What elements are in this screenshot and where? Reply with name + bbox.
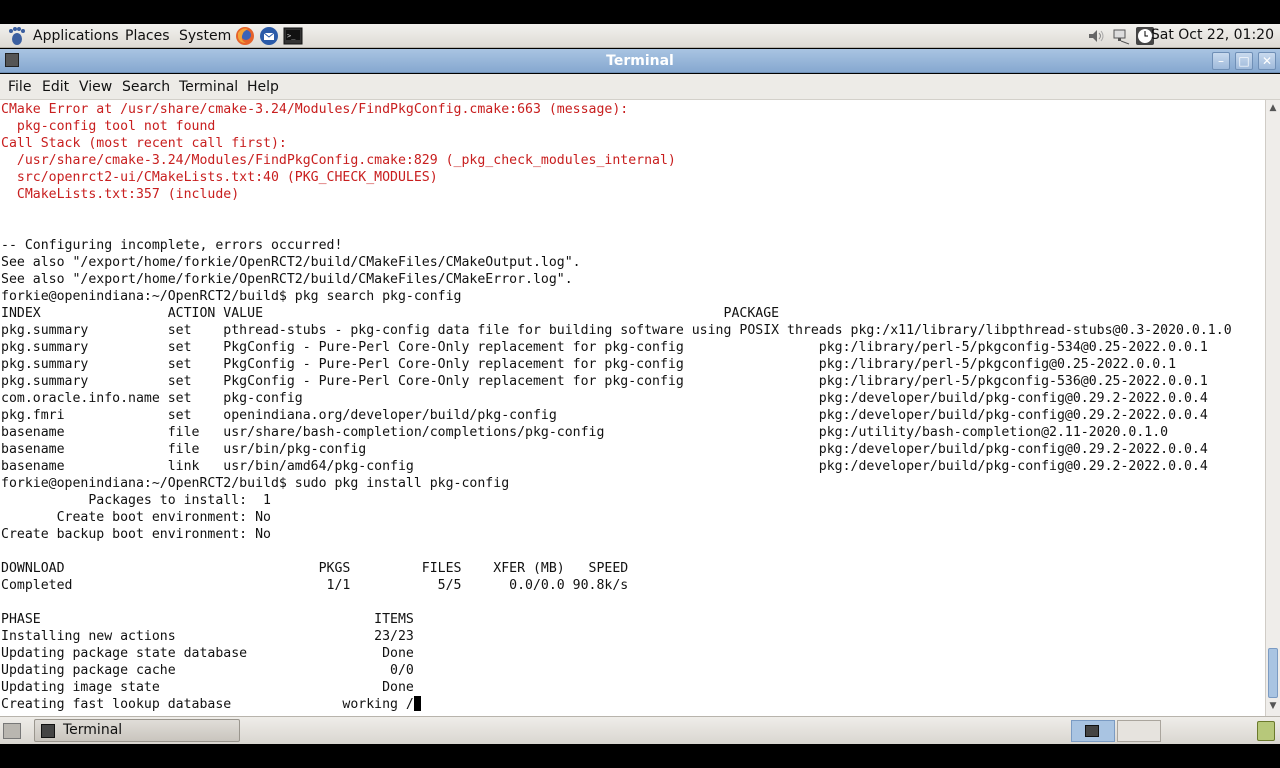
terminal-line: Updating image state Done [1, 680, 414, 695]
volume-icon[interactable] [1086, 26, 1106, 46]
terminal-line: -- Configuring incomplete, errors occurr… [1, 238, 343, 253]
show-desktop-icon[interactable] [3, 723, 21, 739]
workspace-switcher[interactable] [1071, 720, 1115, 742]
thunderbird-icon[interactable] [258, 25, 280, 47]
terminal-line: Completed 1/1 5/5 0.0/0.0 90.8k/s [1, 578, 629, 593]
terminal-line: Packages to install: 1 [1, 493, 271, 508]
top-panel: Applications Places System >_ Sat Oct 22… [0, 24, 1280, 48]
minimize-icon[interactable]: – [1212, 52, 1230, 70]
menu-file[interactable]: File [8, 79, 31, 95]
taskbar-terminal-button[interactable]: Terminal [34, 719, 240, 742]
terminal-line: pkg.fmri set openindiana.org/developer/b… [1, 408, 1208, 423]
gnome-foot-icon[interactable] [6, 26, 28, 46]
trash-icon[interactable] [1257, 721, 1275, 741]
firefox-icon[interactable] [234, 25, 256, 47]
terminal-line: Updating package cache 0/0 [1, 663, 414, 678]
terminal-line: Updating package state database Done [1, 646, 414, 661]
vertical-scrollbar[interactable]: ▲ ▼ [1265, 100, 1280, 716]
terminal-line: DOWNLOAD PKGS FILES XFER (MB) SPEED [1, 561, 629, 576]
taskbar-label: Terminal [63, 722, 123, 738]
terminal-line: basename file usr/share/bash-completion/… [1, 425, 1169, 440]
scrollbar-thumb[interactable] [1268, 648, 1278, 698]
window-titlebar[interactable]: Terminal – □ ✕ [0, 49, 1280, 73]
terminal-output[interactable]: CMake Error at /usr/share/cmake-3.24/Mod… [0, 100, 1265, 716]
terminal-line: forkie@openindiana:~/OpenRCT2/build$ sud… [1, 476, 510, 491]
menu-terminal[interactable]: Terminal [179, 79, 238, 95]
scroll-up-icon[interactable]: ▲ [1268, 103, 1278, 113]
terminal-line: basename link usr/bin/amd64/pkg-config p… [1, 459, 1208, 474]
menu-search[interactable]: Search [122, 79, 170, 95]
terminal-line: forkie@openindiana:~/OpenRCT2/build$ pkg… [1, 289, 462, 304]
clock-text[interactable]: Sat Oct 22, 01:20 [1151, 27, 1274, 43]
terminal-line: pkg.summary set PkgConfig - Pure-Perl Co… [1, 357, 1177, 372]
terminal-line: pkg.summary set PkgConfig - Pure-Perl Co… [1, 374, 1208, 389]
terminal-line: pkg.summary set PkgConfig - Pure-Perl Co… [1, 340, 1208, 355]
terminal-line: Creating fast lookup database working / [1, 696, 421, 713]
applications-menu[interactable]: Applications [33, 27, 119, 45]
menu-view[interactable]: View [79, 79, 112, 95]
terminal-line: Call Stack (most recent call first): [1, 136, 287, 151]
terminal-line: Installing new actions 23/23 [1, 629, 414, 644]
terminal-line: /usr/share/cmake-3.24/Modules/FindPkgCon… [1, 153, 676, 168]
places-menu[interactable]: Places [125, 27, 170, 45]
terminal-line: INDEX ACTION VALUE PACKAGE [1, 306, 780, 321]
terminal-line: com.oracle.info.name set pkg-config pkg:… [1, 391, 1208, 406]
terminal-line: Create boot environment: No [1, 510, 271, 525]
terminal-line: pkg-config tool not found [1, 119, 216, 134]
network-icon[interactable] [1111, 26, 1131, 46]
text-cursor [413, 696, 421, 711]
bottom-panel: Terminal [0, 716, 1280, 744]
window-title: Terminal [606, 53, 674, 69]
workspace-2[interactable] [1117, 720, 1161, 742]
close-icon[interactable]: ✕ [1258, 52, 1276, 70]
terminal-line: pkg.summary set pthread-stubs - pkg-conf… [1, 323, 1232, 338]
terminal-line: CMakeLists.txt:357 (include) [1, 187, 240, 202]
screen-border-bottom [0, 744, 1280, 768]
workspace-window-icon [1085, 725, 1099, 737]
maximize-icon[interactable]: □ [1235, 52, 1253, 70]
terminal-line: See also "/export/home/forkie/OpenRCT2/b… [1, 255, 581, 270]
terminal-line: src/openrct2-ui/CMakeLists.txt:40 (PKG_C… [1, 170, 438, 185]
scroll-down-icon[interactable]: ▼ [1268, 701, 1278, 711]
terminal-icon [41, 724, 55, 738]
terminal-line: basename file usr/bin/pkg-config pkg:/de… [1, 442, 1208, 457]
menu-help[interactable]: Help [247, 79, 279, 95]
screen-border-top [0, 0, 1280, 24]
terminal-line: See also "/export/home/forkie/OpenRCT2/b… [1, 272, 573, 287]
terminal-line: PHASE ITEMS [1, 612, 414, 627]
system-menu[interactable]: System [179, 27, 231, 45]
svg-text:>_: >_ [287, 32, 296, 40]
menu-edit[interactable]: Edit [42, 79, 69, 95]
menu-bar: File Edit View Search Terminal Help [0, 74, 1280, 100]
terminal-line: CMake Error at /usr/share/cmake-3.24/Mod… [1, 102, 629, 117]
terminal-launcher-icon[interactable]: >_ [282, 25, 304, 47]
terminal-line: Create backup boot environment: No [1, 527, 271, 542]
